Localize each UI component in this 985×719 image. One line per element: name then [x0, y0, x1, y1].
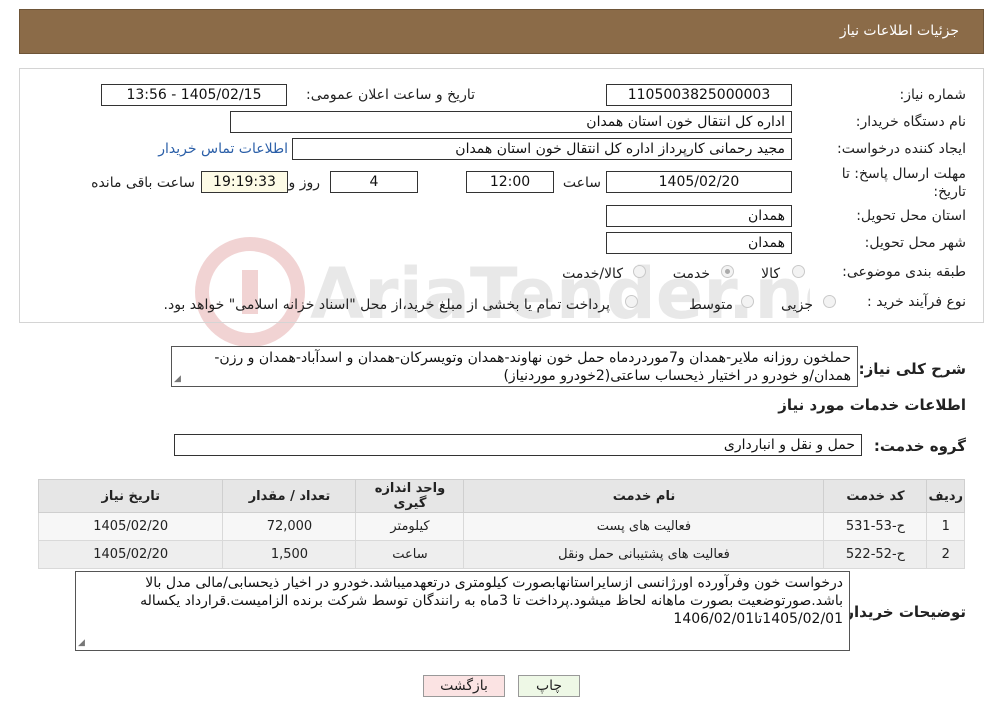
purchase-type-label: نوع فرآیند خرید : [867, 294, 966, 310]
resize-handle-icon[interactable]: ◢ [78, 639, 86, 648]
cell-need-date: 1405/02/20 [37, 512, 224, 541]
service-group-field: حمل و نقل و انبارداری [174, 434, 862, 456]
category-option-goods: کالا [761, 266, 780, 282]
need-number-label: شماره نیاز: [899, 87, 967, 103]
cell-row: 2 [926, 540, 965, 569]
buyer-notes-label: توضیحات خریدار: [839, 603, 966, 621]
announce-date-field: 1405/02/15 - 13:56 [101, 84, 287, 106]
purchase-radio-medium[interactable] [741, 295, 754, 308]
col-name: نام خدمت [463, 479, 825, 513]
city-field: همدان [606, 232, 792, 254]
deadline-label-2: تاریخ: [933, 184, 966, 200]
remaining-days-field: 4 [330, 171, 418, 193]
cell-need-date: 1405/02/20 [37, 540, 224, 569]
deadline-date-field: 1405/02/20 [606, 171, 792, 193]
creator-field: مجید رحمانی کارپرداز اداره کل انتقال خون… [292, 138, 792, 160]
print-button[interactable]: چاپ [518, 675, 580, 697]
category-radio-service[interactable] [721, 265, 734, 278]
col-unit: واحد اندازه گیری [355, 479, 465, 513]
buyer-org-label: نام دستگاه خریدار: [855, 114, 966, 130]
page-title: جزئیات اطلاعات نیاز [839, 23, 959, 39]
cell-unit: ساعت [355, 540, 465, 569]
col-need-date: تاریخ نیاز [37, 479, 224, 513]
table-row: 1 ح-53-531 فعالیت های پست کیلومتر 72,000… [37, 512, 965, 541]
cell-quantity: 1,500 [222, 540, 357, 569]
services-section-title: اطلاعات خدمات مورد نیاز [778, 396, 966, 414]
table-header-row: ردیف کد خدمت نام خدمت واحد اندازه گیری ت… [37, 479, 965, 513]
category-option-service: خدمت [672, 266, 710, 282]
summary-text: حملخون روزانه ملایر-همدان و7موردردماه حم… [214, 350, 851, 384]
category-label: طبقه بندی موضوعی: [842, 264, 966, 280]
treasury-note: پرداخت تمام یا بخشی از مبلغ خرید،از محل … [163, 297, 610, 313]
info-panel [19, 68, 984, 323]
cell-code: ح-53-531 [823, 512, 928, 541]
creator-label: ایجاد کننده درخواست: [837, 141, 966, 157]
cell-name: فعالیت های پست [463, 512, 825, 541]
days-label: روز و [288, 175, 321, 191]
table-row: 2 ح-52-522 فعالیت های پشتیبانی حمل ونقل … [37, 540, 965, 569]
category-radio-goods[interactable] [792, 265, 805, 278]
summary-label: شرح کلی نیاز: [858, 360, 966, 378]
back-button[interactable]: بازگشت [423, 675, 505, 697]
treasury-checkbox[interactable] [625, 295, 638, 308]
col-row: ردیف [926, 479, 965, 513]
purchase-option-minor: جزیی [781, 297, 813, 313]
service-group-label: گروه خدمت: [873, 437, 966, 455]
cell-code: ح-52-522 [823, 540, 928, 569]
services-table: ردیف کد خدمت نام خدمت واحد اندازه گیری ت… [37, 479, 965, 569]
remaining-time-field: 19:19:33 [201, 171, 288, 193]
deadline-time-label: ساعت [562, 175, 601, 191]
deadline-time-field: 12:00 [466, 171, 554, 193]
buyer-contact-link[interactable]: اطلاعات تماس خریدار [158, 141, 288, 157]
cell-row: 1 [926, 512, 965, 541]
category-option-goods-service: کالا/خدمت [562, 266, 623, 282]
announce-date-label: تاریخ و ساعت اعلان عمومی: [306, 87, 475, 103]
province-label: استان محل تحویل: [856, 208, 966, 224]
category-radio-goods-service[interactable] [633, 265, 646, 278]
remaining-time-label: ساعت باقی مانده [91, 175, 195, 191]
need-number-field: 1105003825000003 [606, 84, 792, 106]
resize-handle-icon[interactable]: ◢ [174, 375, 182, 384]
cell-name: فعالیت های پشتیبانی حمل ونقل [463, 540, 825, 569]
cell-quantity: 72,000 [222, 512, 357, 541]
purchase-radio-minor[interactable] [823, 295, 836, 308]
buyer-notes-text: درخواست خون وفرآورده اورژانسی ازسایراستا… [140, 575, 843, 627]
buyer-org-field: اداره کل انتقال خون استان همدان [230, 111, 792, 133]
deadline-label: مهلت ارسال پاسخ: تا [841, 166, 966, 182]
province-field: همدان [606, 205, 792, 227]
summary-textarea[interactable]: حملخون روزانه ملایر-همدان و7موردردماه حم… [171, 346, 858, 387]
cell-unit: کیلومتر [355, 512, 465, 541]
col-quantity: تعداد / مقدار [222, 479, 357, 513]
purchase-option-medium: متوسط [689, 297, 733, 313]
buyer-notes-textarea[interactable]: درخواست خون وفرآورده اورژانسی ازسایراستا… [75, 571, 850, 651]
page-header: جزئیات اطلاعات نیاز [19, 9, 984, 54]
city-label: شهر محل تحویل: [864, 235, 966, 251]
col-code: کد خدمت [823, 479, 928, 513]
